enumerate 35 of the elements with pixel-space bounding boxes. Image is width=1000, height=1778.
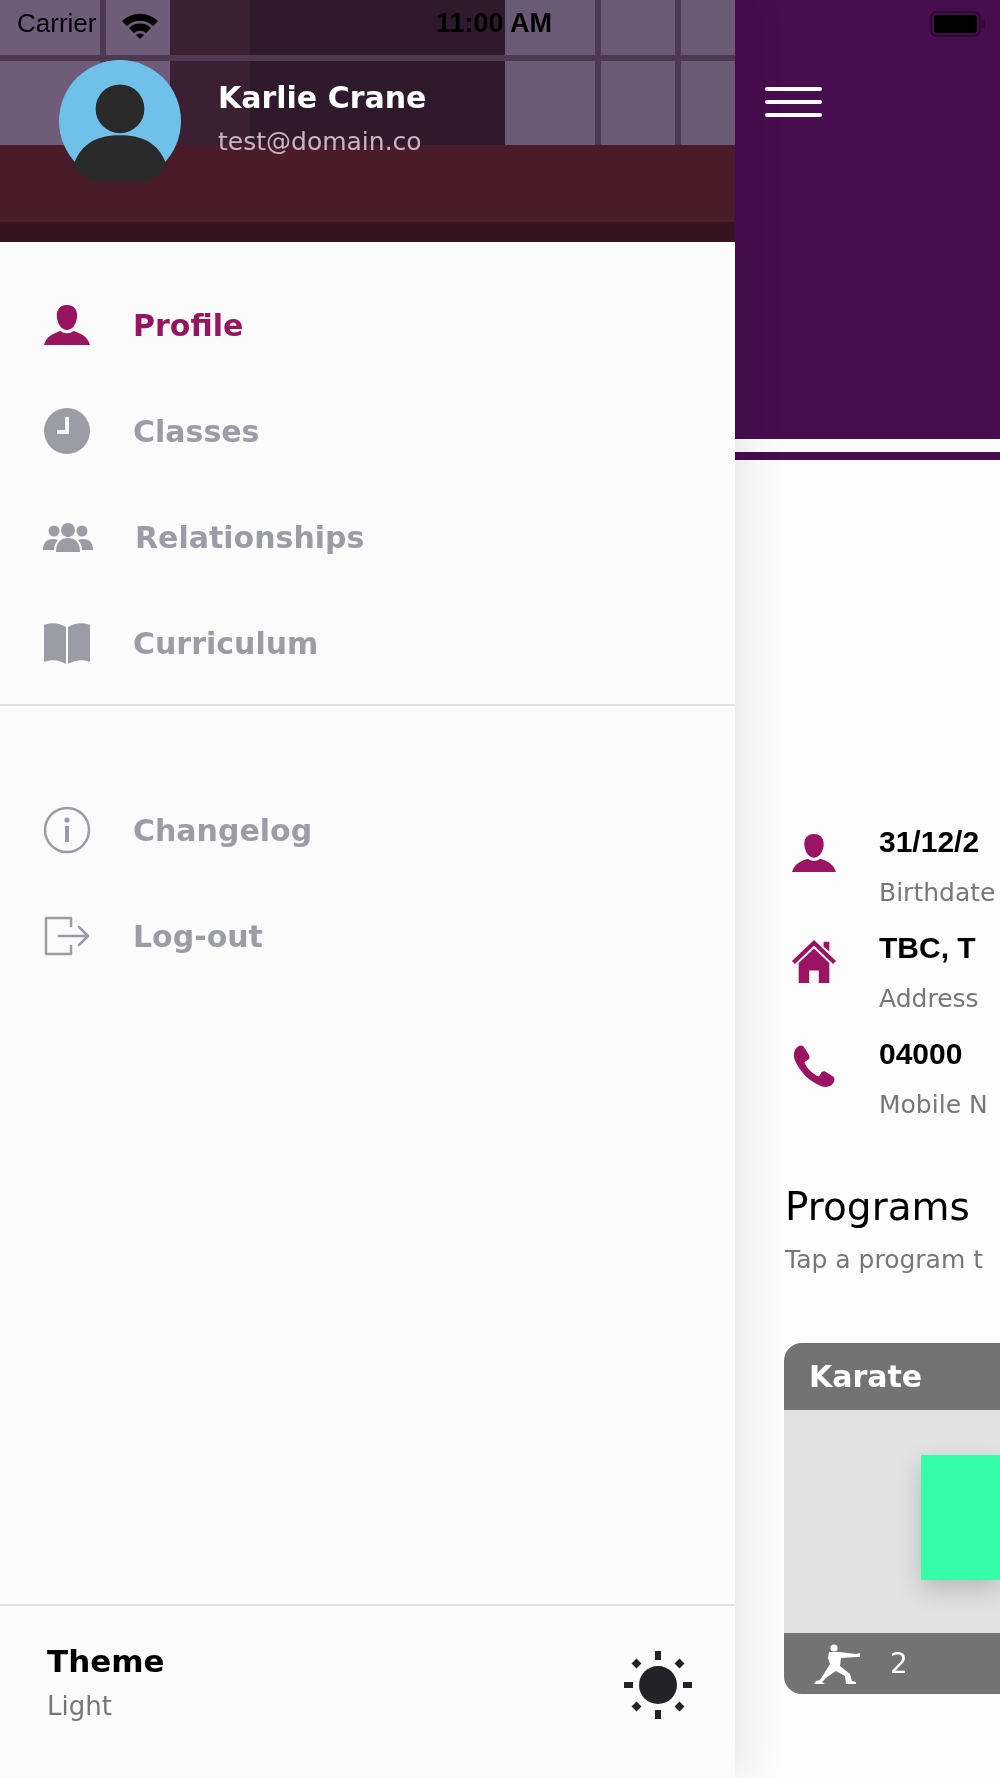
menu-item[interactable]: Classes	[0, 378, 735, 484]
menu-item[interactable]: Profile	[0, 272, 735, 378]
detail-value: 31/12/2	[879, 824, 981, 860]
user-email: test@domain.co	[218, 127, 423, 156]
detail-value: 04000	[879, 1036, 964, 1072]
detail-value: TBC, T	[879, 930, 977, 966]
house-icon	[791, 938, 837, 984]
book-icon	[43, 622, 91, 664]
theme-title: Theme	[47, 1643, 165, 1679]
phone-icon	[792, 1044, 836, 1088]
student-count: 2	[890, 1647, 908, 1680]
user-name: Karlie Crane	[218, 80, 427, 115]
section-title: Programs	[785, 1183, 971, 1231]
karate-figure-icon	[814, 1643, 862, 1684]
menu-item[interactable]: Log-out	[0, 883, 735, 989]
carrier-name: Carrier	[17, 8, 97, 39]
logout-icon	[43, 915, 91, 957]
menu-icon[interactable]	[765, 87, 822, 117]
people-icon	[43, 522, 93, 552]
detail-label: Birthdate	[879, 877, 996, 909]
section-subtitle: Tap a program t	[785, 1244, 984, 1276]
info-icon	[43, 806, 91, 854]
person-icon	[791, 832, 837, 874]
menu-item[interactable]: Changelog	[0, 777, 735, 883]
person-icon	[43, 303, 91, 347]
detail-label: Mobile N	[879, 1089, 988, 1121]
menu-item[interactable]: Relationships	[0, 484, 735, 590]
theme-value: Light	[47, 1691, 113, 1721]
sun-icon[interactable]	[624, 1650, 692, 1719]
clock-icon	[43, 407, 91, 455]
menu-item[interactable]: Curriculum	[0, 590, 735, 696]
detail-label: Address	[879, 983, 979, 1015]
program-name: Karate	[809, 1359, 923, 1394]
battery-icon	[930, 11, 986, 37]
program-card[interactable]: Karate 2	[784, 1343, 1000, 1694]
